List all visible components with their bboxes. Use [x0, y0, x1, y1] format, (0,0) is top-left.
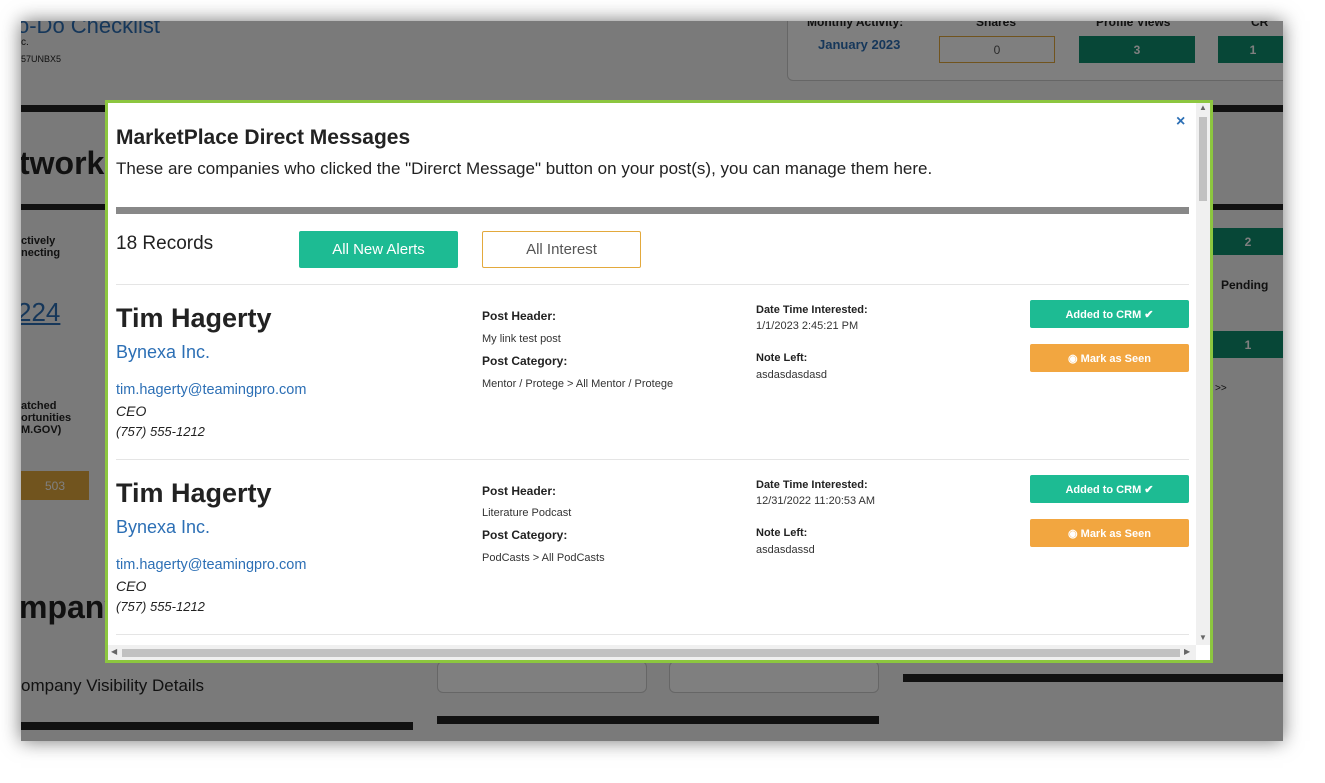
email-link[interactable]: tim.hagerty@teamingpro.com	[116, 557, 306, 573]
modal-title: MarketPlace Direct Messages	[116, 126, 411, 149]
all-new-alerts-button[interactable]: All New Alerts	[299, 231, 458, 268]
vertical-scrollbar[interactable]: ▲ ▼	[1196, 103, 1210, 645]
contact-name: Tim Hagerty	[116, 303, 272, 333]
company-link[interactable]: Bynexa Inc.	[116, 517, 210, 538]
company-link[interactable]: Bynexa Inc.	[116, 342, 210, 363]
note-left-value: asdasdasdasd	[756, 369, 827, 381]
screenshot-frame: o-Do Checklist c. 57UNBX5 Monthly Activi…	[21, 21, 1283, 741]
direct-messages-modal: × MarketPlace Direct Messages These are …	[105, 100, 1213, 663]
post-category-value: PodCasts > All PodCasts	[482, 552, 605, 564]
header-divider	[116, 207, 1189, 214]
scroll-down-icon[interactable]: ▼	[1199, 633, 1207, 642]
contact-phone: (757) 555-1212	[116, 599, 205, 614]
vertical-scroll-thumb[interactable]	[1199, 117, 1207, 201]
row-divider	[116, 634, 1189, 635]
date-time-value: 12/31/2022 11:20:53 AM	[756, 495, 876, 507]
list-item: Tim Hagerty Bynexa Inc. tim.hagerty@team…	[108, 285, 1196, 455]
mark-as-seen-button[interactable]: ◉ Mark as Seen	[1030, 519, 1189, 547]
post-header-value: My link test post	[482, 333, 561, 345]
added-to-crm-button[interactable]: Added to CRM ✔	[1030, 300, 1189, 328]
contact-name: Tim Hagerty	[116, 478, 272, 508]
records-count: 18 Records	[116, 233, 214, 254]
note-left-value: asdasdassd	[756, 544, 815, 556]
contact-title: CEO	[116, 578, 147, 594]
email-link[interactable]: tim.hagerty@teamingpro.com	[116, 382, 306, 398]
date-time-label: Date Time Interested:	[756, 479, 868, 491]
post-category-label: Post Category:	[482, 528, 568, 542]
date-time-label: Date Time Interested:	[756, 304, 868, 316]
mark-as-seen-button[interactable]: ◉ Mark as Seen	[1030, 344, 1189, 372]
modal-scroll-area: × MarketPlace Direct Messages These are …	[108, 103, 1196, 645]
modal-subtitle: These are companies who clicked the "Dir…	[116, 159, 933, 178]
horizontal-scrollbar[interactable]: ◀ ▶	[108, 645, 1196, 660]
contact-title: CEO	[116, 403, 147, 419]
all-interest-button[interactable]: All Interest	[482, 231, 641, 268]
post-header-value: Literature Podcast	[482, 507, 572, 519]
date-time-value: 1/1/2023 2:45:21 PM	[756, 320, 859, 332]
list-item: Tim Hagerty Bynexa Inc. tim.hagerty@team…	[108, 460, 1196, 630]
scroll-up-icon[interactable]: ▲	[1199, 103, 1207, 112]
added-to-crm-button[interactable]: Added to CRM ✔	[1030, 475, 1189, 503]
close-button[interactable]: ×	[1176, 113, 1185, 131]
contact-phone: (757) 555-1212	[116, 424, 205, 439]
post-header-label: Post Header:	[482, 309, 557, 323]
horizontal-scroll-thumb[interactable]	[122, 649, 1180, 657]
post-category-label: Post Category:	[482, 354, 568, 368]
post-category-value: Mentor / Protege > All Mentor / Protege	[482, 378, 674, 390]
note-left-label: Note Left:	[756, 352, 808, 364]
note-left-label: Note Left:	[756, 527, 808, 539]
scroll-right-icon[interactable]: ▶	[1184, 647, 1190, 656]
post-header-label: Post Header:	[482, 484, 557, 498]
scroll-left-icon[interactable]: ◀	[111, 647, 117, 656]
